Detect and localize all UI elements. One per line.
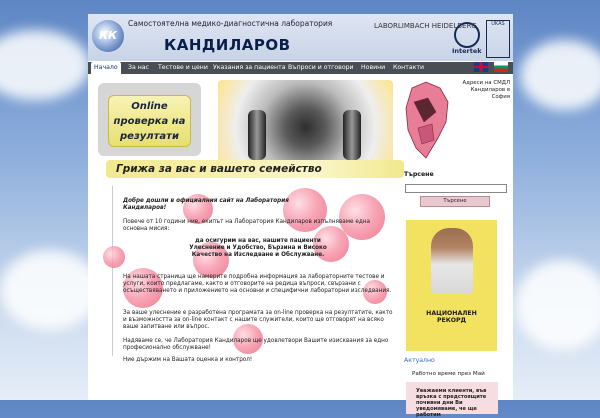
cloud-decoration	[0, 250, 100, 330]
decor-bubble	[103, 246, 125, 268]
content-title: Грижа за вас и вашето семейство	[106, 160, 404, 178]
microscope-objective	[248, 110, 266, 160]
intertek-label: Intertek	[452, 47, 482, 55]
nav-item-contacts[interactable]: Контакти	[393, 62, 424, 74]
ukas-label: UKAS	[491, 21, 505, 27]
closing-paragraph: Ние държим на Вашата оценка и контрол!	[123, 357, 253, 363]
news-title[interactable]: Работно време през Май	[412, 371, 485, 377]
main-content: Добре дошли в официалния сайт на Лаборат…	[103, 186, 395, 363]
header: КК Самостоятелна медико-диагностична лаб…	[88, 14, 513, 61]
intro-paragraph: Повече от 10 години ние, екипът на Лабор…	[123, 219, 370, 232]
sofia-map[interactable]	[404, 78, 450, 166]
main-nav: Начало За нас Тестове и цени Указания за…	[88, 62, 513, 74]
cloud-decoration	[515, 260, 600, 350]
promo-poster[interactable]: НАЦИОНАЛЕН РЕКОРД	[406, 220, 497, 351]
microscope-objective	[343, 110, 361, 160]
cloud-decoration	[0, 30, 90, 100]
cloud-decoration	[520, 40, 600, 110]
nav-item-instructions[interactable]: Указания за пациента	[213, 62, 286, 74]
intertek-icon	[454, 22, 480, 48]
news-card: Уважаеми клиенти, във връзка с предстоящ…	[406, 382, 498, 418]
nav-item-news[interactable]: Новини	[361, 62, 385, 74]
poster-person-image	[431, 228, 473, 294]
info-paragraph: На нашата страница ще намерите подробна …	[123, 274, 392, 294]
search-label: Търсене	[404, 171, 434, 178]
hope-paragraph: Надяваме се, че Лаборатория Кандиларов щ…	[123, 338, 389, 351]
site-container: КК Самостоятелна медико-диагностична лаб…	[88, 14, 513, 418]
nav-item-tests[interactable]: Тестове и цени	[158, 62, 208, 74]
online-check-button[interactable]: Online проверка на резултати	[108, 95, 191, 147]
brand-name: КАНДИЛАРОВ	[164, 36, 291, 54]
news-section-label: Актуално	[404, 357, 435, 364]
search-button[interactable]: Търсене	[420, 196, 490, 207]
nav-item-home[interactable]: Начало	[91, 62, 121, 74]
welcome-text: Добре дошли в официалния сайт на Лаборат…	[123, 198, 289, 211]
nav-item-faq[interactable]: Въпроси и отговори	[288, 62, 354, 74]
ukas-icon: UKAS	[486, 20, 510, 58]
mission-statement: да осигурим на вас, нашите пациенти Улес…	[189, 238, 327, 258]
search-input[interactable]	[405, 184, 507, 193]
online-paragraph: За ваше улеснение е разработена програма…	[123, 310, 393, 330]
news-body-text: Уважаеми клиенти, във връзка с предстоящ…	[416, 388, 487, 418]
flag-bg-icon[interactable]	[494, 62, 508, 72]
nav-item-about[interactable]: За нас	[128, 62, 149, 74]
flag-uk-icon[interactable]	[474, 62, 488, 72]
logo-icon[interactable]: КК	[92, 20, 124, 52]
hero-microscope-image	[218, 80, 393, 166]
tagline: Самостоятелна медико-диагностична лабора…	[128, 19, 333, 28]
poster-text: НАЦИОНАЛЕН РЕКОРД	[426, 310, 477, 324]
map-caption: Адреси на СМДЛ Кандиларов в София	[462, 80, 510, 100]
